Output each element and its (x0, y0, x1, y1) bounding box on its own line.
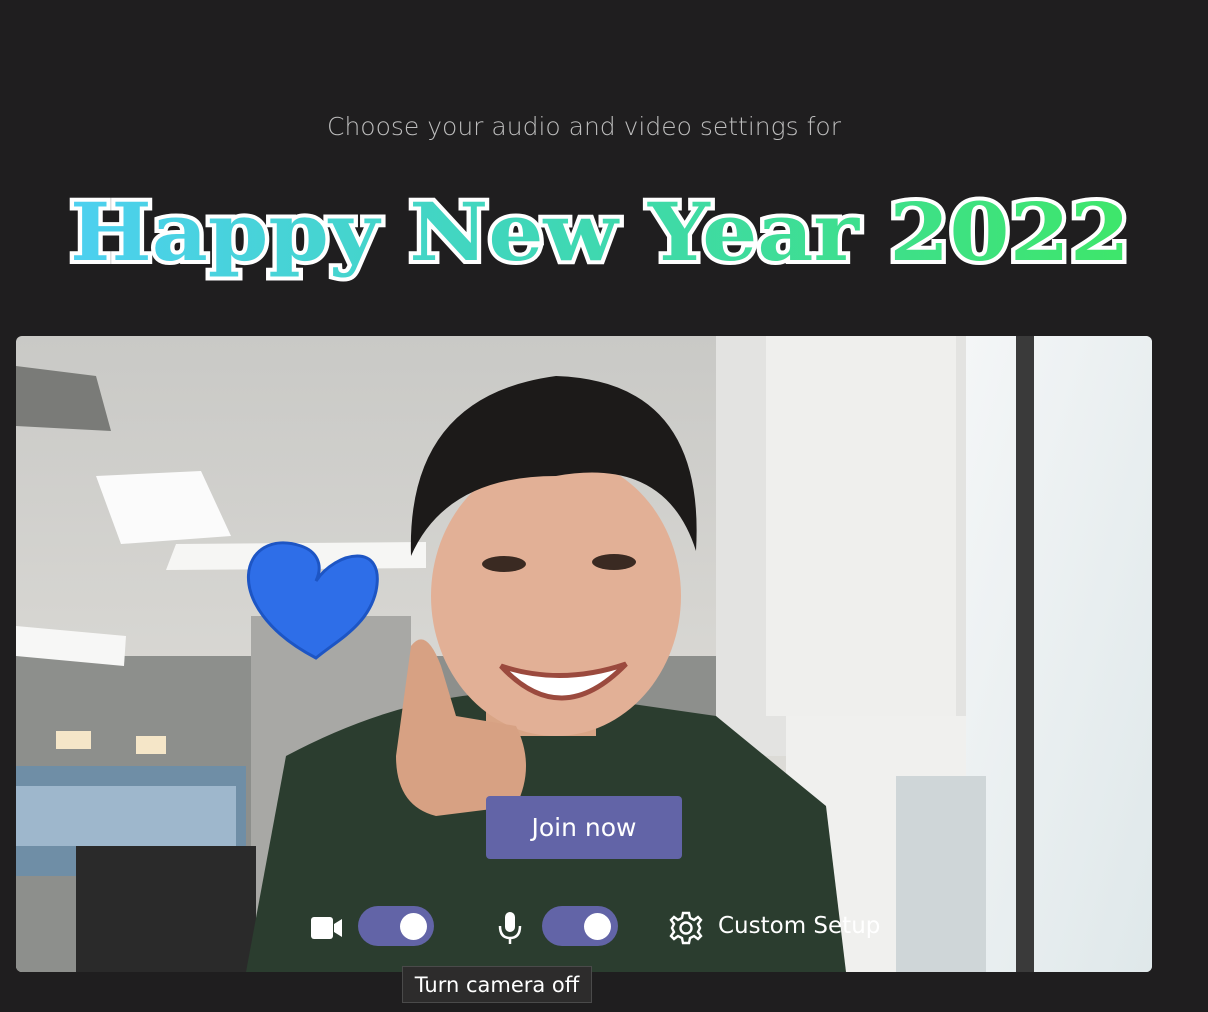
camera-preview-image (16, 336, 1152, 972)
setup-subtitle: Choose your audio and video settings for (327, 112, 841, 141)
microphone-icon[interactable] (497, 910, 523, 946)
meeting-title-text: Happy New Year 2022 (70, 185, 1130, 279)
camera-preview (16, 336, 1152, 972)
camera-tooltip: Turn camera off (402, 966, 592, 1003)
gear-icon[interactable] (668, 910, 704, 946)
camera-toggle-knob (400, 913, 427, 940)
camera-toggle[interactable] (358, 906, 434, 946)
join-now-button[interactable]: Join now (486, 796, 682, 859)
microphone-toggle-knob (584, 913, 611, 940)
video-camera-icon[interactable] (310, 914, 343, 942)
microphone-toggle[interactable] (542, 906, 618, 946)
custom-setup-button[interactable]: Custom Setup (718, 913, 880, 939)
meeting-title: Happy New Year 2022 (66, 181, 1134, 283)
